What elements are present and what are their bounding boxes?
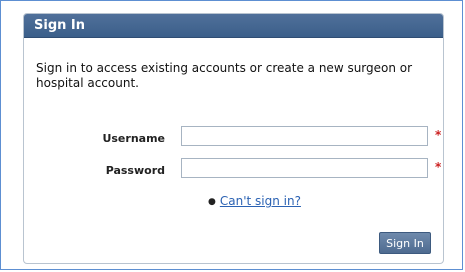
cant-sign-in-link[interactable]: Can't sign in? [220,194,301,208]
password-input[interactable] [181,158,428,178]
page-frame: Sign In Sign in to access existing accou… [0,0,463,270]
username-input[interactable] [181,126,428,146]
panel-header: Sign In [24,14,443,38]
password-required-marker: * [435,160,442,174]
intro-text: Sign in to access existing accounts or c… [36,61,413,90]
username-label: Username [102,132,165,145]
username-required-marker: * [435,128,442,142]
signin-button[interactable]: Sign In [379,232,431,254]
password-label: Password [105,164,165,177]
help-links: ● Can't sign in? [208,194,301,208]
bullet-icon: ● [208,196,216,207]
panel-title: Sign In [34,18,85,33]
